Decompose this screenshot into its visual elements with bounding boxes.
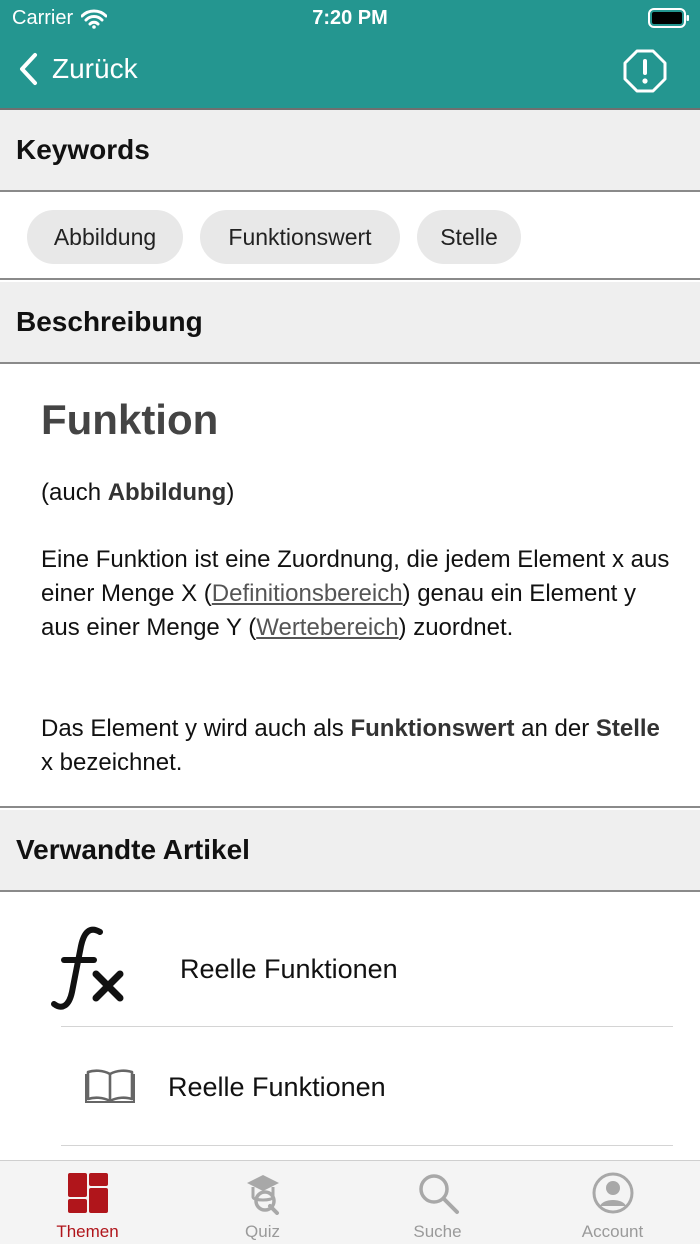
article-paragraph-definition: Eine Funktion ist eine Zuordnung, die je… <box>41 543 671 645</box>
grid-icon <box>68 1173 108 1213</box>
quiz-icon <box>247 1175 279 1215</box>
bold-term: Funktionswert <box>350 715 515 742</box>
keyword-chip-abbildung[interactable]: Abbildung <box>27 210 183 264</box>
tab-account[interactable]: Account <box>525 1161 700 1244</box>
text: (auch <box>41 479 108 506</box>
tab-suche[interactable]: Suche <box>350 1161 525 1244</box>
related-header: Verwandte Artikel <box>0 810 700 892</box>
bold-term: Stelle <box>595 715 660 742</box>
search-icon <box>419 1174 459 1214</box>
keywords-title: Keywords <box>16 134 150 165</box>
description-title: Beschreibung <box>16 306 203 337</box>
keyword-chips: Abbildung Funktionswert Stelle <box>0 192 700 280</box>
tab-bar: Themen Quiz Suche Account <box>0 1160 700 1244</box>
tab-label: Suche <box>413 1222 462 1241</box>
keyword-chip-stelle[interactable]: Stelle <box>417 210 521 264</box>
back-label: Zurück <box>52 53 138 84</box>
book-icon <box>85 1069 135 1103</box>
article-title: Funktion <box>41 396 219 443</box>
keyword-chip-funktionswert[interactable]: Funktionswert <box>200 210 400 264</box>
text: ) zuordnet. <box>398 614 514 641</box>
clock: 7:20 PM <box>312 7 388 29</box>
link-definitionsbereich[interactable]: Definitionsbereich <box>212 580 403 607</box>
account-icon <box>592 1172 634 1214</box>
back-button[interactable]: Zurück <box>18 52 138 86</box>
text: x bezeichnet. <box>41 749 183 776</box>
function-fx-icon <box>51 926 124 1010</box>
text: Das Element y wird auch als <box>41 715 351 742</box>
related-title: Verwandte Artikel <box>16 834 250 865</box>
navigation-bar: Zurück <box>0 40 700 104</box>
article-paragraph-funktionswert: Das Element y wird auch als Funktionswer… <box>41 712 671 780</box>
description-header: Beschreibung <box>0 282 700 364</box>
alert-octagon-icon[interactable] <box>623 49 667 93</box>
text: ) <box>226 479 235 506</box>
link-wertebereich[interactable]: Wertebereich <box>256 614 398 641</box>
tab-quiz[interactable]: Quiz <box>175 1161 350 1244</box>
related-item-label: Reelle Funktionen <box>180 954 398 984</box>
top-bar: Carrier 7:20 PM Zurück <box>0 0 700 108</box>
related-item[interactable]: Reelle Funktionen <box>0 910 700 1028</box>
text: an der <box>514 715 596 742</box>
keywords-header: Keywords <box>0 110 700 192</box>
battery-icon <box>648 8 689 28</box>
status-bar: Carrier 7:20 PM <box>0 0 700 36</box>
chevron-left-icon <box>20 53 37 85</box>
tab-label: Quiz <box>245 1222 280 1241</box>
tab-label: Account <box>581 1222 644 1241</box>
bold-term: Abbildung <box>107 479 227 506</box>
article-body: Funktion (auch Abbildung) Eine Funktion … <box>0 364 700 808</box>
divider <box>61 1145 673 1146</box>
divider <box>61 1026 673 1027</box>
tab-themen[interactable]: Themen <box>0 1161 175 1244</box>
article-paragraph-alias: (auch Abbildung) <box>41 476 671 510</box>
tab-label: Themen <box>56 1222 119 1241</box>
related-item[interactable]: Reelle Funktionen <box>0 1028 700 1146</box>
related-item-label: Reelle Funktionen <box>168 1072 386 1102</box>
